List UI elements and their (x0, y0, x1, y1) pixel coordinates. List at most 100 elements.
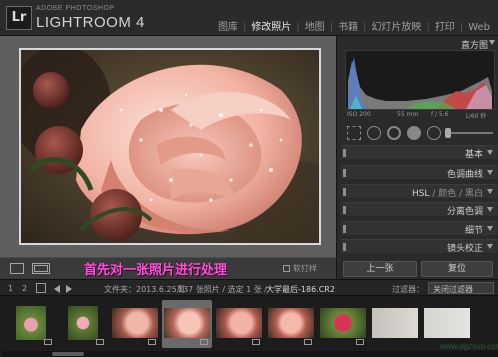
soft-proof-label: 软打样 (293, 264, 317, 273)
panel-lens-corrections-label: 镜头校正 (446, 244, 483, 254)
panel-basic-label: 基本 (464, 150, 483, 160)
module-map[interactable]: 地图 (305, 22, 325, 33)
expand-triangle-icon[interactable] (487, 170, 493, 175)
back-arrow-icon[interactable] (54, 285, 60, 293)
filmstrip-thumb[interactable] (6, 300, 56, 348)
filmstrip-thumb[interactable] (370, 300, 420, 348)
filmstrip-info-bar: 1 2 文件夹：2013.6.25周 137 张照片 / 选定 1 张 / 大学… (0, 279, 498, 296)
panel-hsl-label[interactable]: HSL (412, 189, 430, 199)
module-print[interactable]: 打印 (435, 22, 455, 33)
panel-toggle-icon[interactable] (343, 169, 346, 177)
tool-strip (345, 124, 495, 142)
iso-value: ISO 200 (347, 111, 371, 118)
thumb-image (68, 306, 98, 340)
adjustment-brush-icon[interactable] (427, 126, 441, 140)
thumb-image (16, 306, 46, 340)
thumb-image (164, 308, 210, 338)
current-filename: 大学最后-186.CR2 (266, 285, 335, 294)
thumb-image (320, 308, 366, 338)
filter-value: 关闭过滤器 (433, 285, 473, 294)
module-book[interactable]: 书籍 (338, 22, 358, 33)
scrollbar-thumb[interactable] (52, 352, 84, 356)
panel-basic[interactable]: 基本 (341, 145, 497, 160)
focal-length-value: 55 mm (397, 111, 419, 118)
forward-arrow-icon[interactable] (66, 285, 72, 293)
panel-split-toning[interactable]: 分离色调 (341, 202, 497, 217)
filmstrip-thumb[interactable] (110, 300, 160, 348)
page-2-button[interactable]: 2 (22, 284, 27, 293)
filmstrip-thumb[interactable] (214, 300, 264, 348)
panel-split-toning-label: 分离色调 (446, 207, 483, 217)
develop-right-panel: 直方图 ISO 200 55 mm f / 5.6 1/60 秒 基本 色调曲线 (336, 36, 498, 279)
panel-toggle-icon[interactable] (343, 225, 346, 233)
panel-detail-label: 细节 (464, 226, 483, 236)
crop-overlay-icon[interactable] (347, 126, 361, 140)
panel-hsl-color[interactable]: 颜色 (438, 189, 456, 199)
grid-view-icon[interactable] (36, 283, 46, 293)
panel-toggle-icon[interactable] (343, 188, 346, 196)
expand-triangle-icon[interactable] (487, 150, 493, 155)
edited-badge-icon (200, 339, 208, 345)
tutorial-caption: 首先对一张照片进行处理 (84, 263, 228, 278)
panel-lens-corrections[interactable]: 镜头校正 (341, 239, 497, 254)
panel-toggle-icon[interactable] (343, 243, 346, 251)
thumb-image (424, 308, 470, 338)
panel-hsl[interactable]: HSL / 颜色 / 黑白 (341, 184, 497, 199)
panel-detail[interactable]: 细节 (341, 221, 497, 236)
edited-badge-icon (44, 339, 52, 345)
module-web[interactable]: Web (468, 22, 490, 33)
main-photo[interactable] (19, 48, 321, 245)
module-library[interactable]: 图库 (218, 22, 238, 33)
reset-button[interactable]: 复位 (421, 261, 493, 277)
filmstrip-scrollbar[interactable] (2, 351, 498, 357)
edited-badge-icon (304, 339, 312, 345)
tool-slider[interactable] (445, 132, 493, 134)
soft-proof-checkbox[interactable] (283, 265, 290, 272)
thumb-image (112, 308, 158, 338)
tool-slider-handle[interactable] (445, 128, 451, 138)
edited-badge-icon (96, 339, 104, 345)
edited-badge-icon (356, 339, 364, 345)
module-develop[interactable]: 修改照片 (251, 22, 291, 33)
filter-label: 过滤器： (392, 285, 424, 294)
filmstrip-thumb-selected[interactable] (162, 300, 212, 348)
histogram[interactable] (345, 50, 495, 110)
before-after-icon[interactable] (32, 263, 50, 274)
red-eye-icon[interactable] (387, 126, 401, 140)
thumb-image (216, 308, 262, 338)
spot-removal-icon[interactable] (367, 126, 381, 140)
exif-info: ISO 200 55 mm f / 5.6 1/60 秒 (345, 110, 495, 120)
expand-triangle-icon[interactable] (487, 244, 493, 249)
filmstrip-thumb[interactable] (422, 300, 472, 348)
folder-path[interactable]: 文件夹：2013.6.25周 (104, 284, 185, 295)
histogram-graph (348, 57, 492, 109)
expand-triangle-icon[interactable] (487, 226, 493, 231)
aperture-value: f / 5.6 (431, 111, 449, 118)
expand-triangle-icon[interactable] (487, 189, 493, 194)
loupe-view-icon[interactable] (10, 263, 24, 274)
page-1-button[interactable]: 1 (8, 284, 13, 293)
image-canvas (0, 36, 336, 257)
lightroom-logo: Lr (6, 6, 32, 30)
soft-proof-toggle[interactable]: 软打样 (283, 263, 317, 274)
filter-dropdown[interactable]: 关闭过滤器 (428, 282, 494, 294)
module-slideshow[interactable]: 幻灯片放映 (371, 22, 421, 33)
expand-triangle-icon[interactable] (487, 207, 493, 212)
filmstrip (0, 296, 498, 357)
previous-button[interactable]: 上一张 (343, 261, 417, 277)
panel-toggle-icon[interactable] (343, 206, 346, 214)
filmstrip-thumb[interactable] (318, 300, 368, 348)
shutter-value: 1/60 秒 (465, 113, 487, 120)
rose-photo-image (21, 50, 319, 243)
top-header: Lr ADOBE PHOTOSHOP LIGHTROOM 4 图库 | 修改照片 | 地… (0, 0, 498, 36)
collapse-triangle-icon[interactable] (489, 40, 495, 45)
panel-toggle-icon[interactable] (343, 149, 346, 157)
panel-tone-curve[interactable]: 色调曲线 (341, 165, 497, 180)
graduated-filter-icon[interactable] (407, 126, 421, 140)
edited-badge-icon (148, 339, 156, 345)
filmstrip-thumb[interactable] (58, 300, 108, 348)
image-toolbar: 首先对一张照片进行处理 软打样 (0, 257, 336, 279)
panel-hsl-bw[interactable]: 黑白 (465, 189, 483, 199)
photo-count: 137 张照片 / 选定 1 张 / (178, 285, 268, 294)
filmstrip-thumb[interactable] (266, 300, 316, 348)
